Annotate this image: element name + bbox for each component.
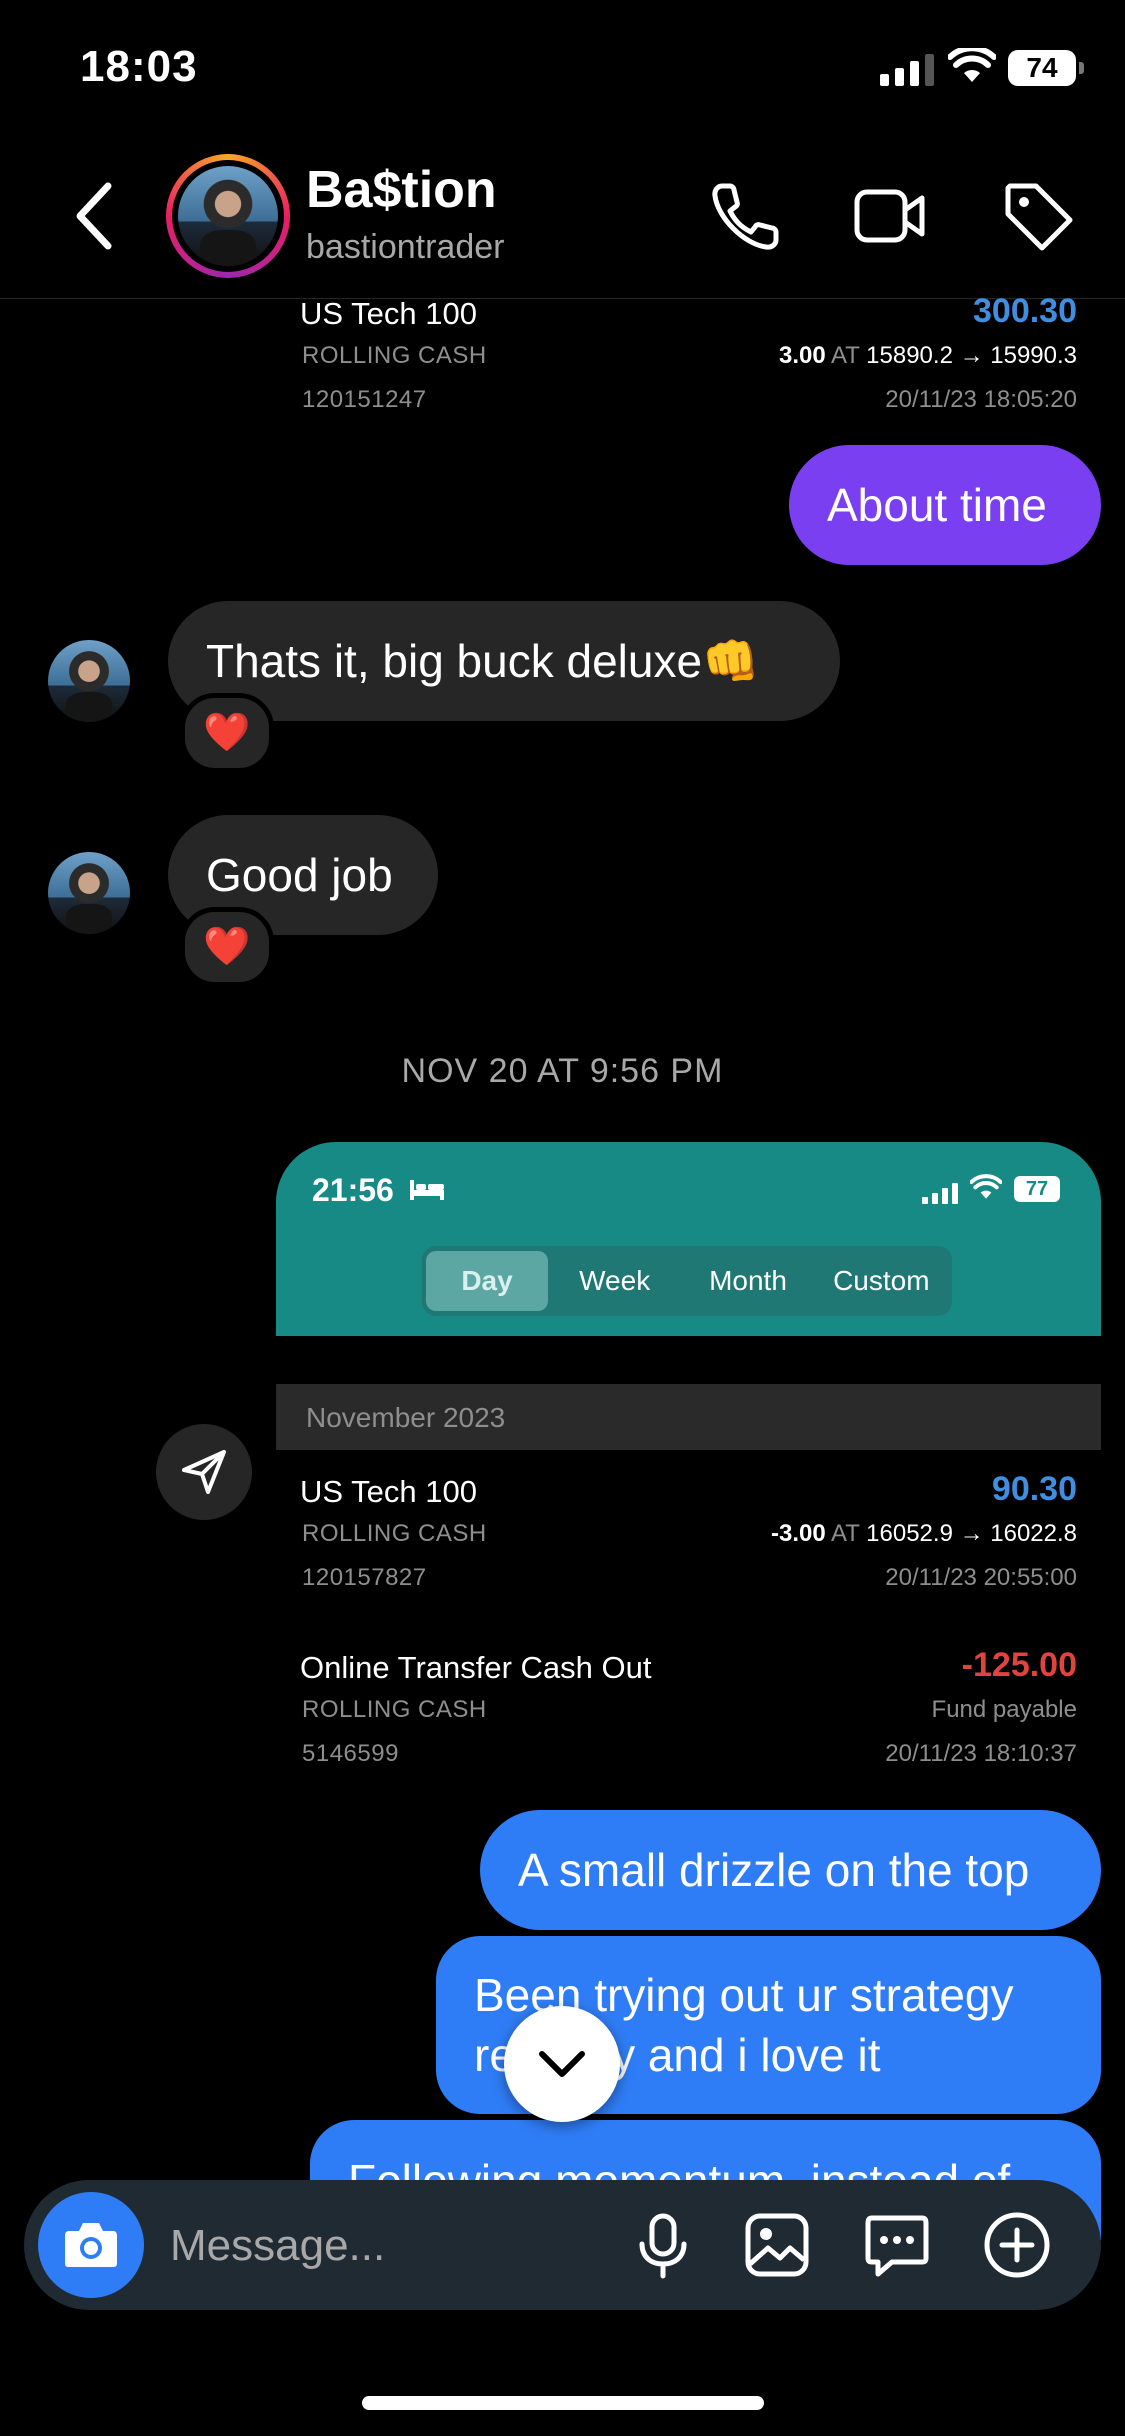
battery-indicator: 74 bbox=[1008, 50, 1084, 86]
sender-avatar[interactable] bbox=[48, 852, 130, 934]
microphone-icon[interactable] bbox=[628, 2210, 698, 2280]
received-message-bubble[interactable]: Thats it, big buck deluxe👊 bbox=[168, 601, 840, 721]
heart-reaction-icon[interactable]: ❤️ bbox=[180, 907, 274, 987]
tx-name: US Tech 100 bbox=[300, 1474, 477, 1509]
tx-id: 120157827 bbox=[302, 1564, 427, 1591]
tx-name: US Tech 100 bbox=[300, 296, 477, 331]
tx-detail: 3.00 AT 15890.2 → 15990.3 bbox=[778, 342, 1077, 369]
header-avatar[interactable] bbox=[166, 154, 290, 278]
bed-icon bbox=[410, 1180, 444, 1200]
shared-screenshot-header[interactable]: 21:56 77 Day Week Month Custom bbox=[276, 1142, 1101, 1336]
transaction-row: US Tech 100 ROLLING CASH 120151247 300.3… bbox=[276, 292, 1101, 416]
tx-amount: 90.30 bbox=[991, 1470, 1077, 1508]
message-composer bbox=[24, 2180, 1101, 2310]
share-button[interactable] bbox=[156, 1424, 252, 1520]
sticker-chat-icon[interactable] bbox=[862, 2210, 932, 2280]
tx-date: 20/11/23 18:10:37 bbox=[885, 1740, 1077, 1767]
video-call-icon[interactable] bbox=[852, 178, 928, 254]
tx-type: ROLLING CASH bbox=[302, 1520, 487, 1547]
transaction-row: Online Transfer Cash Out ROLLING CASH 51… bbox=[276, 1646, 1101, 1770]
period-segmented-control: Day Week Month Custom bbox=[422, 1246, 952, 1316]
tab-month: Month bbox=[709, 1265, 787, 1296]
tx-amount: -125.00 bbox=[961, 1646, 1077, 1684]
heart-reaction-icon[interactable]: ❤️ bbox=[180, 693, 274, 773]
send-icon bbox=[182, 1450, 226, 1494]
screenshot-battery: 77 bbox=[1014, 1176, 1060, 1202]
plus-circle-icon[interactable] bbox=[982, 2210, 1052, 2280]
tx-name: Online Transfer Cash Out bbox=[300, 1650, 652, 1685]
tx-type: ROLLING CASH bbox=[302, 342, 487, 369]
home-indicator[interactable] bbox=[362, 2396, 764, 2410]
cellular-signal-icon bbox=[880, 52, 934, 86]
tab-custom: Custom bbox=[833, 1265, 930, 1296]
contact-username[interactable]: bastiontrader bbox=[306, 228, 504, 267]
tab-week: Week bbox=[579, 1265, 651, 1296]
scroll-to-bottom-button[interactable] bbox=[504, 2006, 620, 2122]
tx-note: Fund payable bbox=[931, 1696, 1077, 1723]
sent-message-bubble[interactable]: A small drizzle on the top bbox=[480, 1810, 1101, 1930]
wifi-icon bbox=[948, 48, 996, 82]
tx-detail: -3.00 AT 16052.9 → 16022.8 bbox=[770, 1520, 1077, 1547]
chat-timestamp: NOV 20 AT 9:56 PM bbox=[401, 1052, 724, 1090]
tx-id: 5146599 bbox=[302, 1740, 399, 1767]
tx-type: ROLLING CASH bbox=[302, 1696, 487, 1723]
screenshot-signal-icon bbox=[922, 1182, 958, 1204]
tx-date: 20/11/23 20:55:00 bbox=[885, 1564, 1077, 1591]
sent-message-bubble[interactable]: About time bbox=[789, 445, 1101, 565]
camera-button[interactable] bbox=[38, 2192, 144, 2298]
screenshot-wifi-icon bbox=[970, 1174, 1002, 1199]
avatar-photo bbox=[178, 166, 278, 266]
contact-name[interactable]: Ba$tion bbox=[306, 160, 497, 220]
chevron-down-icon bbox=[539, 2051, 585, 2077]
tx-id: 120151247 bbox=[302, 386, 427, 413]
screenshot-time: 21:56 bbox=[312, 1172, 394, 1208]
back-chevron-icon[interactable] bbox=[70, 178, 120, 254]
sender-avatar[interactable] bbox=[48, 640, 130, 722]
status-time: 18:03 bbox=[80, 42, 198, 91]
phone-call-icon[interactable] bbox=[708, 178, 784, 254]
camera-icon bbox=[65, 2223, 117, 2267]
month-label: November 2023 bbox=[306, 1402, 506, 1433]
tx-date: 20/11/23 18:05:20 bbox=[885, 386, 1077, 413]
message-input[interactable] bbox=[170, 2216, 620, 2276]
gallery-icon[interactable] bbox=[742, 2210, 812, 2280]
tag-icon[interactable] bbox=[1000, 178, 1076, 254]
tx-amount: 300.30 bbox=[973, 292, 1077, 330]
tab-day: Day bbox=[426, 1251, 548, 1311]
month-section-header: November 2023 bbox=[276, 1384, 1101, 1450]
transaction-row: US Tech 100 ROLLING CASH 120157827 90.30… bbox=[276, 1470, 1101, 1594]
